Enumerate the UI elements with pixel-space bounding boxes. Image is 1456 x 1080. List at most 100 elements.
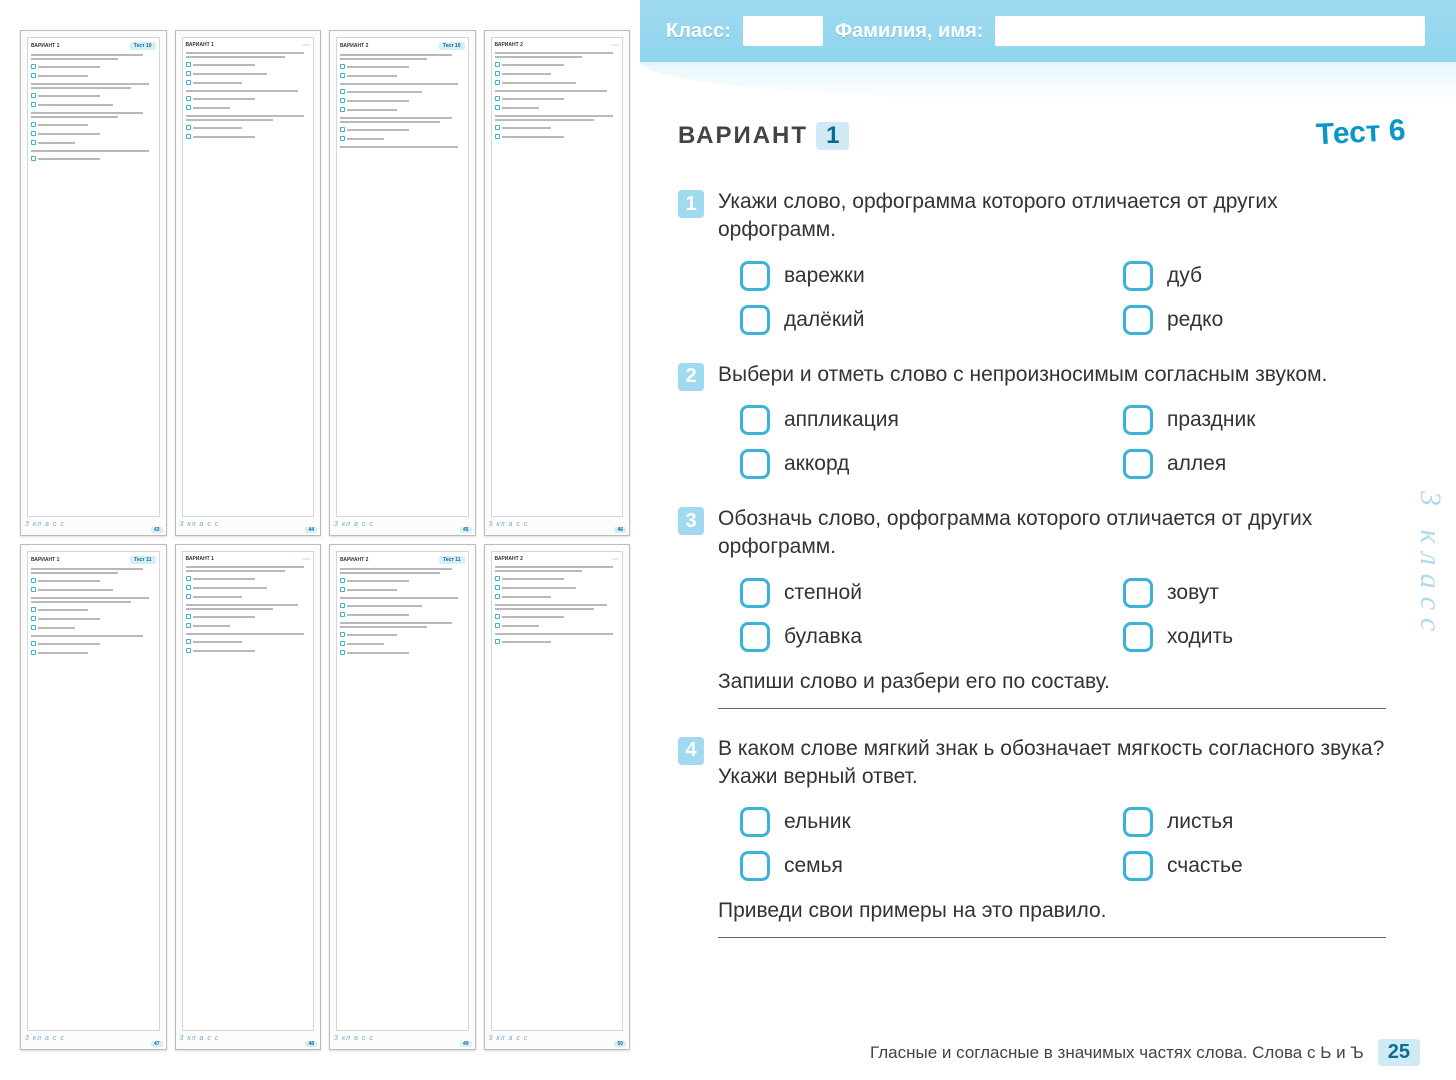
thumb-page: 49 [460,1041,472,1047]
option-label: редко [1167,308,1223,332]
thumb-page: 43 [151,527,163,533]
thumb-variant: ВАРИАНТ 2 [340,43,368,49]
question-number: 4 [678,737,704,765]
option-label: варежки [784,264,865,288]
thumbnail: ВАРИАНТ 2 3 кл а с с 46 [484,30,631,536]
question-number: 1 [678,190,704,218]
thumbnail: ВАРИАНТ 2 Тест 10 3 кл а с с 45 [329,30,476,536]
option[interactable]: семья [740,851,1003,881]
thumb-scribble: 3 кл а с с [25,521,162,533]
thumb-page: 46 [614,527,626,533]
option-label: зовут [1167,581,1219,605]
option[interactable]: аппликация [740,405,1003,435]
variant-heading: ВАРИАНТ 1 [678,122,849,150]
question-text: В каком слове мягкий знак ь обозначает м… [718,735,1386,792]
question-text: Обозначь слово, орфограмма которого отли… [718,505,1386,562]
thumbnail: ВАРИАНТ 1 Тест 11 3 кл а с с 47 [20,544,167,1050]
thumb-page: 48 [305,1041,317,1047]
checkbox-icon[interactable] [740,449,770,479]
option[interactable]: редко [1123,305,1386,335]
thumb-test [611,558,619,560]
answer-line[interactable] [718,937,1386,938]
thumb-page: 44 [305,527,317,533]
thumb-test: Тест 11 [439,556,464,564]
checkbox-icon[interactable] [740,405,770,435]
checkbox-icon[interactable] [740,807,770,837]
checkbox-icon[interactable] [1123,261,1153,291]
thumbnail: ВАРИАНТ 1 3 кл а с с 44 [175,30,322,536]
option[interactable]: зовут [1123,578,1386,608]
option-label: семья [784,854,843,878]
checkbox-icon[interactable] [1123,449,1153,479]
footer-page-number: 25 [1378,1039,1420,1066]
answer-line[interactable] [718,708,1386,709]
variant-number: 1 [816,122,849,150]
thumb-variant: ВАРИАНТ 1 [31,557,59,563]
option-label: ходить [1167,625,1233,649]
thumbnail: ВАРИАНТ 2 Тест 11 3 кл а с с 49 [329,544,476,1050]
checkbox-icon[interactable] [740,851,770,881]
thumbnail: ВАРИАНТ 2 3 кл а с с 50 [484,544,631,1050]
thumb-scribble: 3 кл а с с [489,521,626,533]
question-number: 2 [678,363,704,391]
checkbox-icon[interactable] [1123,578,1153,608]
option[interactable]: ходить [1123,622,1386,652]
option-label: праздник [1167,408,1255,432]
margin-scribble: 3 класс [1408,110,1452,1020]
option[interactable]: булавка [740,622,1003,652]
question: 1 Укажи слово, орфограмма которого отлич… [678,188,1386,335]
name-input[interactable] [995,16,1425,46]
option-label: булавка [784,625,862,649]
option[interactable]: листья [1123,807,1386,837]
class-input[interactable] [743,16,823,46]
option[interactable]: степной [740,578,1003,608]
option-label: дуб [1167,264,1202,288]
thumbnail: ВАРИАНТ 1 Тест 10 3 кл а с с 43 [20,30,167,536]
thumb-scribble: 3 кл а с с [180,521,317,533]
option[interactable]: дуб [1123,261,1386,291]
question-text: Выбери и отметь слово с непроизносимым с… [718,361,1386,389]
option-label: ельник [784,810,851,834]
option[interactable]: аллея [1123,449,1386,479]
decorative-wave [640,62,1456,102]
checkbox-icon[interactable] [1123,807,1153,837]
checkbox-icon[interactable] [1123,851,1153,881]
option-label: аллея [1167,452,1226,476]
thumb-variant: ВАРИАНТ 2 [495,42,523,48]
checkbox-icon[interactable] [740,305,770,335]
question-list: 1 Укажи слово, орфограмма которого отлич… [640,156,1456,938]
question: 3 Обозначь слово, орфограмма которого от… [678,505,1386,709]
test-label: Тест 6 [1316,114,1407,153]
thumbnail-grid: ВАРИАНТ 1 Тест 10 3 кл а с с 43 ВАРИАНТ … [0,0,640,1080]
thumb-variant: ВАРИАНТ 1 [186,556,214,562]
question-subnote: Запиши слово и разбери его по составу. [718,670,1386,694]
thumb-scribble: 3 кл а с с [334,521,471,533]
option[interactable]: далёкий [740,305,1003,335]
option-label: счастье [1167,854,1243,878]
variant-label: ВАРИАНТ [678,122,808,150]
question: 2 Выбери и отметь слово с непроизносимым… [678,361,1386,479]
thumb-scribble: 3 кл а с с [489,1035,626,1047]
option-label: листья [1167,810,1233,834]
thumb-test: Тест 11 [130,556,155,564]
checkbox-icon[interactable] [1123,405,1153,435]
thumb-scribble: 3 кл а с с [180,1035,317,1047]
checkbox-icon[interactable] [740,261,770,291]
option[interactable]: счастье [1123,851,1386,881]
thumb-test [302,558,310,560]
checkbox-icon[interactable] [740,622,770,652]
option[interactable]: ельник [740,807,1003,837]
header-band: Класс: Фамилия, имя: [640,0,1456,62]
option-label: аккорд [784,452,849,476]
checkbox-icon[interactable] [740,578,770,608]
thumb-test [611,44,619,46]
option[interactable]: аккорд [740,449,1003,479]
thumb-page: 47 [151,1041,163,1047]
question-subnote: Приведи свои примеры на это правило. [718,899,1386,923]
thumb-test: Тест 10 [439,42,465,50]
page-footer: Гласные и согласные в значимых частях сл… [640,1039,1456,1066]
checkbox-icon[interactable] [1123,305,1153,335]
checkbox-icon[interactable] [1123,622,1153,652]
option[interactable]: варежки [740,261,1003,291]
option[interactable]: праздник [1123,405,1386,435]
